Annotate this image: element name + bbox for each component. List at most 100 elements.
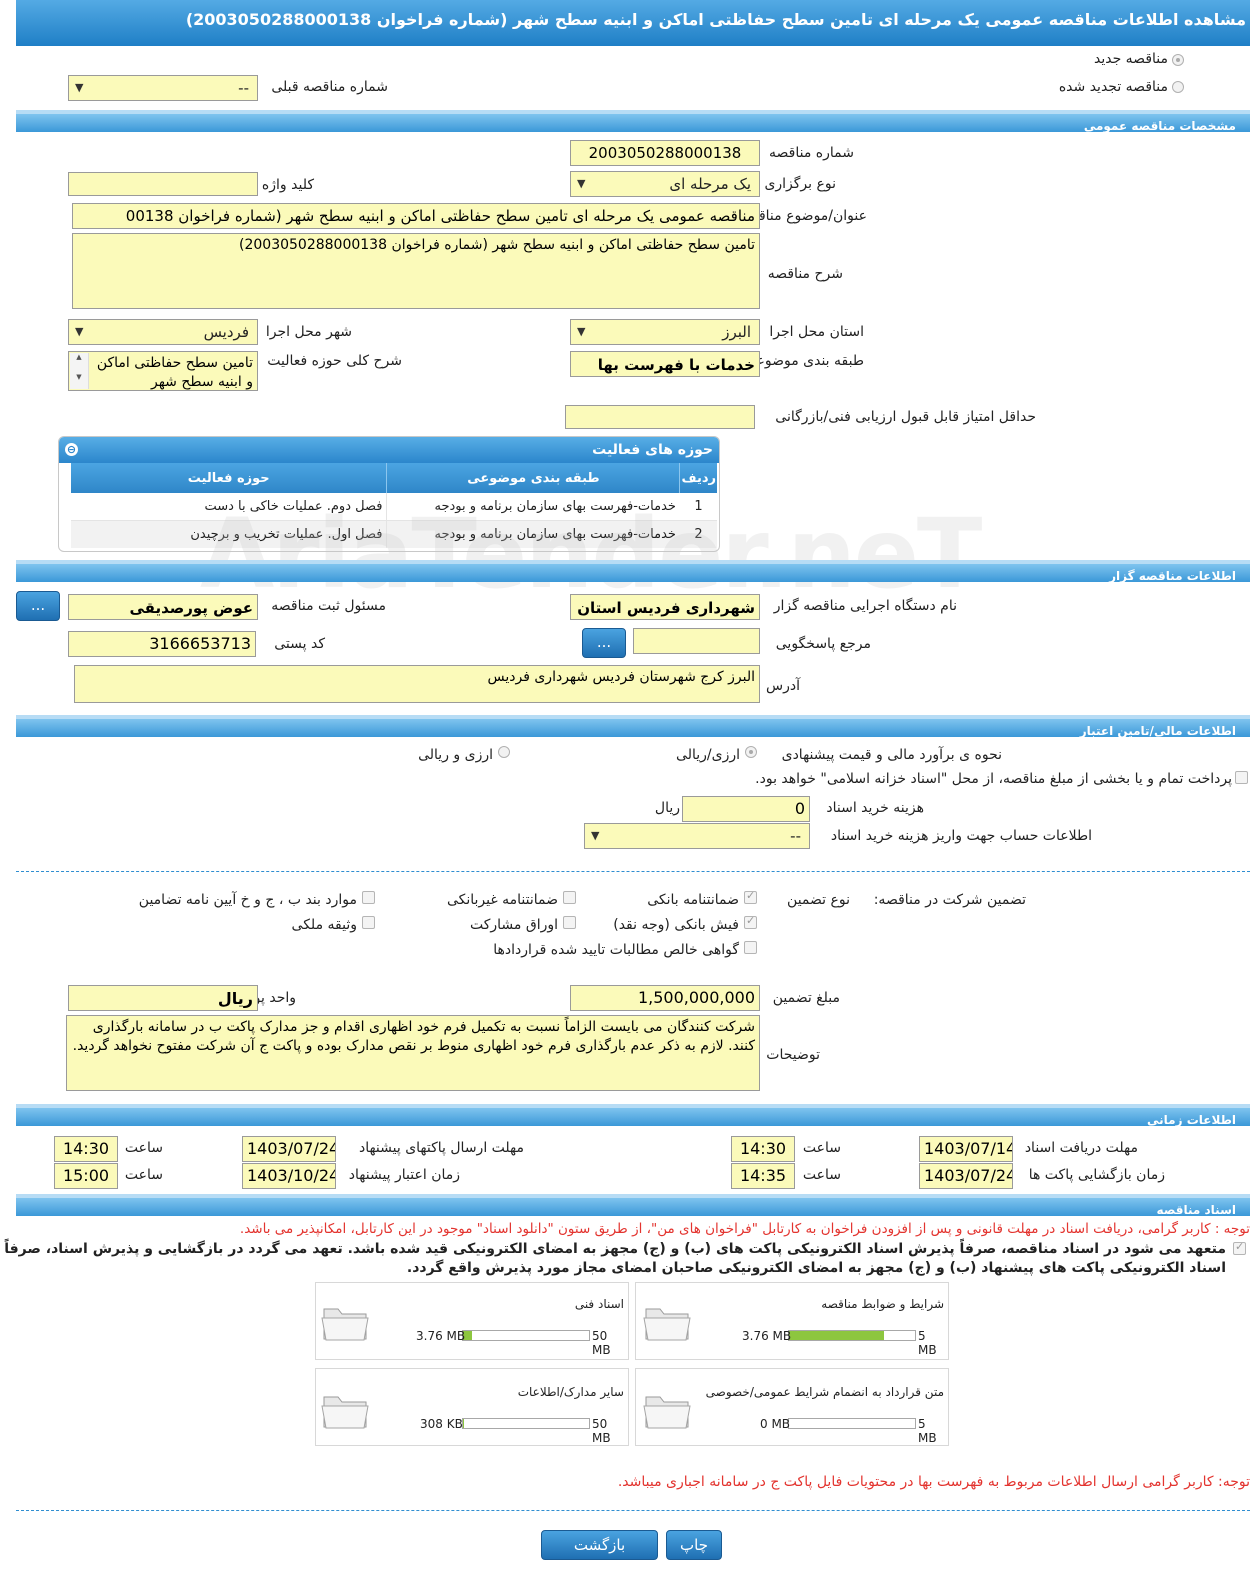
chevron-down-icon: ▼ (577, 177, 586, 190)
method-option2-radio[interactable] (498, 746, 510, 758)
receive-label: مهلت دریافت اسناد (1024, 1140, 1138, 1156)
address-field: البرز کرج شهرستان فردیس شهرداری فردیس (74, 665, 760, 703)
scope-label: شرح کلی حوزه فعالیت (267, 353, 402, 369)
activities-panel: حوزه های فعالیت ⊖ ردیف طبقه بندی موضوعی … (58, 436, 720, 552)
doc-card-used: 3.76 MB (416, 1329, 466, 1343)
g-cash-checkbox[interactable] (744, 914, 757, 929)
table-header-row: ردیف طبقه بندی موضوعی حوزه فعالیت (71, 463, 717, 493)
account-select[interactable]: -- ▼ (584, 823, 810, 849)
receive-time-field: 14:30 (731, 1136, 795, 1162)
method-option1-label: ارزی/ریالی (676, 747, 740, 763)
treasury-text: پرداخت تمام و یا بخشی از مبلغ مناقصه، از… (755, 771, 1232, 787)
g-bonds-checkbox[interactable] (563, 916, 576, 929)
notes-label: توضیحات (766, 1047, 820, 1063)
validity-date-field: 1403/10/24 (242, 1163, 336, 1189)
commit-checkbox[interactable] (1233, 1240, 1246, 1255)
responsible-more-button[interactable]: ... (16, 591, 60, 621)
doc-card-title: اسناد فنی (574, 1297, 624, 1311)
folder-icon (321, 1308, 369, 1341)
print-button[interactable]: چاپ (666, 1530, 722, 1560)
open-time-label: ساعت (802, 1167, 841, 1183)
province-select[interactable]: البرز ▼ (570, 319, 760, 345)
g-items-checkbox[interactable] (362, 891, 375, 904)
doc-card-title: سایر مدارک/اطلاعات (517, 1385, 624, 1399)
validity-time-label: ساعت (124, 1167, 163, 1183)
doc-card-title: شرایط و ضوابط مناقصه (821, 1297, 944, 1311)
scope-field: تامین سطح حفاظتی اماکن و ابنیه سطح شهر (68, 351, 258, 391)
keyword-field[interactable] (68, 172, 258, 196)
chevron-down-icon: ▼ (75, 325, 84, 338)
category-label: طبقه بندی موضوعی (744, 353, 864, 369)
doc-card-max: 50 MB (592, 1329, 611, 1357)
notes-field: شرکت کنندگان می بایست الزاماً نسبت به تک… (66, 1015, 760, 1091)
g-receivables-checkbox[interactable] (744, 941, 757, 954)
scroll-up-icon: ▲ (76, 353, 82, 361)
treasury-checkbox[interactable] (1235, 771, 1248, 784)
validity-time-field: 15:00 (54, 1163, 118, 1189)
subject-field: مناقصه عمومی یک مرحله ای تامین سطح حفاظت… (72, 203, 760, 229)
chevron-down-icon: ▼ (75, 81, 84, 94)
tender-number-label: شماره مناقصه (769, 145, 854, 161)
g-bonds-label: اوراق مشارکت (469, 917, 558, 933)
type-label: نوع برگزاری (764, 176, 836, 192)
g-items-label: موارد بند ب ، ج و خ آیین نامه تضامین (138, 892, 357, 908)
ref-more-button[interactable]: ... (582, 628, 626, 658)
doc-card[interactable]: شرایط و ضوابط مناقصه 5 MB 3.76 MB (635, 1282, 949, 1360)
divider (16, 871, 1250, 872)
doc-fee-label: هزینه خرید اسناد (826, 800, 924, 816)
folder-icon (321, 1396, 369, 1429)
guarantee-type-label: نوع تضمین (787, 892, 850, 908)
new-tender-radio[interactable] (1172, 54, 1184, 66)
doc-fee-unit: ریال (654, 800, 680, 816)
ref-field (633, 628, 760, 654)
method-option2-label: ارزی و ریالی (418, 747, 493, 763)
doc-card-used: 3.76 MB (742, 1329, 792, 1343)
send-date-field: 1403/07/24 (242, 1136, 336, 1162)
responsible-field: عوض پورصدیقی (68, 594, 258, 620)
province-label: استان محل اجرا (769, 324, 864, 340)
doc-card[interactable]: متن قرارداد به انضمام شرایط عمومی/خصوصی … (635, 1368, 949, 1446)
description-field: تامین سطح حفاظتی اماکن و ابنیه سطح شهر (… (72, 233, 760, 309)
doc-card-used: 0 MB (760, 1417, 791, 1431)
receive-date-field: 1403/07/14 (919, 1136, 1013, 1162)
amount-label: مبلغ تضمین (772, 990, 840, 1006)
account-label: اطلاعات حساب جهت واریز هزینه خرید اسناد (830, 828, 1092, 844)
type-select[interactable]: یک مرحله ای ▼ (570, 171, 760, 197)
g-nonbank-label: ضمانتنامه غیربانکی (446, 892, 558, 908)
doc-card-title: متن قرارداد به انضمام شرایط عمومی/خصوصی (705, 1385, 944, 1399)
city-value: فردیس (203, 323, 249, 341)
min-score-field (565, 405, 755, 429)
commit-text: متعهد می شود در اسناد مناقصه، صرفاً پذیر… (4, 1241, 1226, 1276)
g-bank-checkbox[interactable] (744, 889, 757, 904)
renewed-tender-label: مناقصه تجدید شده (1058, 79, 1168, 95)
chevron-down-icon: ▼ (591, 829, 600, 842)
open-time-field: 14:35 (731, 1163, 795, 1189)
city-label: شهر محل اجرا (265, 324, 352, 340)
g-property-checkbox[interactable] (362, 916, 375, 929)
row-activity: فصل اول. عملیات تخریب و برچیدن (190, 526, 383, 542)
row-category: خدمات-فهرست بهای سازمان برنامه و بودجه (386, 520, 680, 548)
row-activity: فصل دوم. عملیات خاکی با دست (204, 498, 383, 514)
table-row: 1 خدمات-فهرست بهای سازمان برنامه و بودجه… (71, 493, 717, 520)
postal-label: کد پستی (274, 636, 325, 652)
description-label: شرح مناقصه (767, 266, 843, 282)
prev-number-label: شماره مناقصه قبلی (271, 79, 388, 95)
g-nonbank-checkbox[interactable] (563, 891, 576, 904)
org-label: نام دستگاه اجرایی مناقصه گزار (773, 598, 957, 614)
back-button[interactable]: بازگشت (541, 1530, 658, 1560)
ref-label: مرجع پاسخگویی (775, 636, 871, 652)
scope-scrollbar[interactable]: ▲ ▼ (70, 353, 89, 389)
doc-card[interactable]: اسناد فنی 50 MB 3.76 MB (315, 1282, 629, 1360)
city-select[interactable]: فردیس ▼ (68, 319, 258, 345)
section-finance: اطلاعات مالی/تامین اعتبار (16, 715, 1250, 738)
g-cash-label: فیش بانکی (وجه نقد) (613, 917, 739, 933)
method-option1-radio[interactable] (745, 746, 757, 758)
g-bank-label: ضمانتنامه بانکی (647, 892, 739, 908)
collapse-icon[interactable]: ⊖ (65, 443, 78, 456)
validity-label: زمان اعتبار پیشنهاد (348, 1167, 460, 1183)
doc-card[interactable]: سایر مدارک/اطلاعات 50 MB 308 KB (315, 1368, 629, 1446)
prev-number-select[interactable]: -- ▼ (68, 75, 258, 101)
renewed-tender-radio[interactable] (1172, 81, 1184, 93)
folder-icon (643, 1308, 691, 1341)
doc-card-progress (462, 1418, 590, 1429)
